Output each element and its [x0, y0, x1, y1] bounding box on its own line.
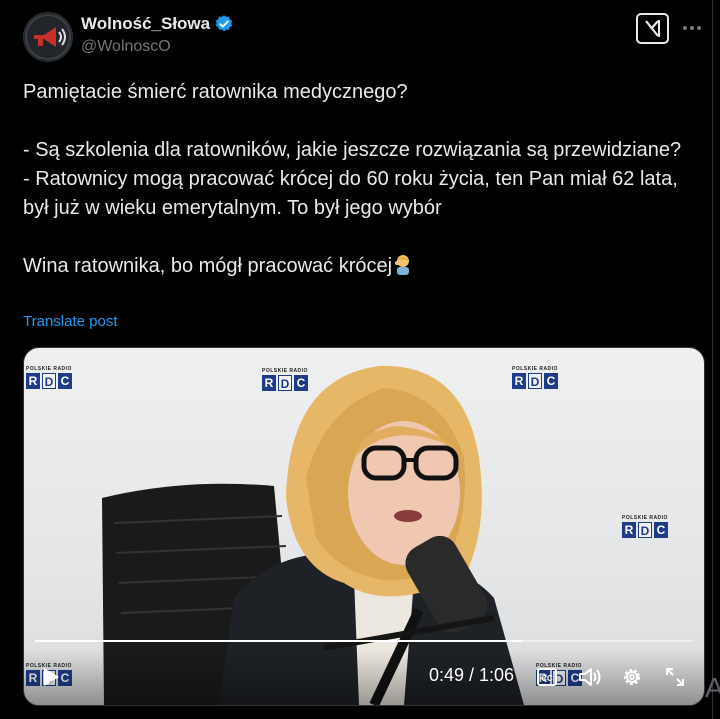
more-button[interactable]	[681, 18, 703, 38]
svg-text:CC: CC	[541, 674, 553, 683]
author-handle[interactable]: @WolnoscO	[81, 38, 171, 56]
volume-icon[interactable]	[577, 666, 603, 688]
play-icon[interactable]	[40, 666, 62, 688]
author-display-name[interactable]: Wolność_Słowa	[81, 14, 210, 34]
video-progress-fill	[35, 640, 524, 642]
tweet-line-1: Pamiętacie śmierć ratownika medycznego?	[23, 81, 408, 103]
captions-icon[interactable]: CC	[536, 666, 558, 688]
video-progress-track[interactable]	[35, 640, 693, 642]
grok-icon	[645, 20, 660, 37]
translate-post-link[interactable]: Translate post	[23, 313, 118, 330]
author-name-row[interactable]: Wolność_Słowa	[81, 14, 234, 34]
tweet-card: Wolność_Słowa @WolnoscO Pamiętacie śmier…	[0, 0, 713, 719]
video-time-display: 0:49 / 1:06	[429, 665, 515, 685]
person-facepalming-emoji	[395, 255, 410, 275]
fullscreen-icon[interactable]	[664, 666, 686, 688]
tweet-line-2: - Są szkolenia dla ratowników, jakie jes…	[23, 139, 682, 161]
grok-button[interactable]	[636, 13, 669, 44]
tweet-line-3: - Ratownicy mogą pracować krócej do 60 r…	[23, 168, 678, 219]
settings-icon[interactable]	[621, 666, 643, 688]
more-icon	[683, 26, 701, 30]
video-player[interactable]: POLSKIE RADIO R D C POLSKIE RADIO R D C …	[23, 347, 705, 706]
megaphone-icon	[24, 13, 72, 61]
tweet-line-4-wrap: Wina ratownika, bo mógł pracować krócej	[23, 252, 703, 281]
tweet-line-4: Wina ratownika, bo mógł pracować krócej	[23, 255, 393, 277]
author-avatar[interactable]	[23, 12, 73, 62]
verified-badge-icon	[215, 15, 233, 32]
tweet-text: Pamiętacie śmierć ratownika medycznego? …	[23, 78, 703, 281]
watermark-text: A	[705, 672, 720, 703]
